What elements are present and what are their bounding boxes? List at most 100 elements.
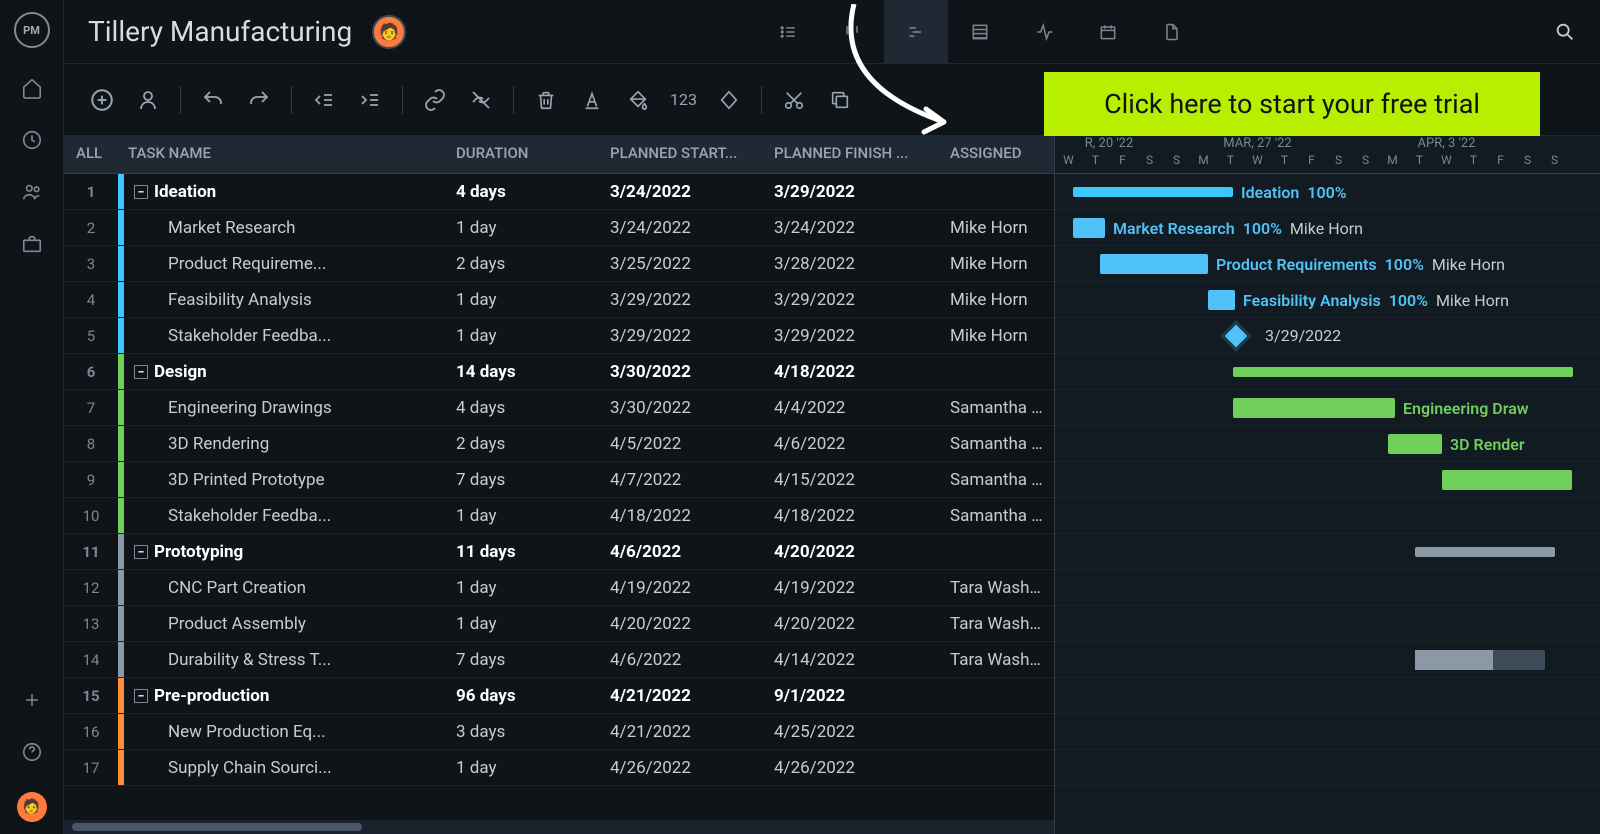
assigned-cell[interactable]: Tara Washing — [940, 578, 1054, 598]
assigned-cell[interactable]: Tara Washing — [940, 650, 1054, 670]
task-name-cell[interactable]: − Ideation — [124, 182, 446, 202]
search-icon[interactable] — [1554, 21, 1576, 43]
duration-cell[interactable]: 3 days — [446, 722, 600, 742]
task-row[interactable]: 3Product Requireme...2 days3/25/20223/28… — [64, 246, 1054, 282]
finish-cell[interactable]: 4/18/2022 — [764, 362, 940, 382]
milestone-diamond[interactable] — [1220, 320, 1251, 351]
col-assigned[interactable]: ASSIGNED — [940, 136, 1054, 173]
finish-cell[interactable]: 3/29/2022 — [764, 326, 940, 346]
cta-banner[interactable]: Click here to start your free trial — [1044, 72, 1540, 136]
view-board-icon[interactable] — [820, 0, 884, 64]
indent-icon[interactable] — [356, 86, 384, 114]
collapse-icon[interactable]: − — [134, 545, 148, 559]
start-cell[interactable]: 3/29/2022 — [600, 290, 764, 310]
start-cell[interactable]: 4/21/2022 — [600, 722, 764, 742]
gantt-bar[interactable]: 3D Render — [1388, 434, 1442, 454]
duration-cell[interactable]: 11 days — [446, 542, 600, 562]
collapse-icon[interactable]: − — [134, 365, 148, 379]
start-cell[interactable]: 3/24/2022 — [600, 182, 764, 202]
task-row[interactable]: 7Engineering Drawings4 days3/30/20224/4/… — [64, 390, 1054, 426]
task-row[interactable]: 14Durability & Stress T...7 days4/6/2022… — [64, 642, 1054, 678]
start-cell[interactable]: 4/6/2022 — [600, 650, 764, 670]
duration-cell[interactable]: 7 days — [446, 470, 600, 490]
task-row[interactable]: 12CNC Part Creation1 day4/19/20224/19/20… — [64, 570, 1054, 606]
finish-cell[interactable]: 4/20/2022 — [764, 614, 940, 634]
task-name-cell[interactable]: − Design — [124, 362, 446, 382]
duration-cell[interactable]: 1 day — [446, 614, 600, 634]
task-row[interactable]: 17Supply Chain Sourci...1 day4/26/20224/… — [64, 750, 1054, 786]
finish-cell[interactable]: 4/26/2022 — [764, 758, 940, 778]
gantt-bar[interactable]: Ideation100% — [1073, 187, 1233, 197]
assigned-cell[interactable]: Mike Horn — [940, 326, 1054, 346]
col-duration[interactable]: DURATION — [446, 136, 600, 173]
task-name-cell[interactable]: 3D Printed Prototype — [124, 470, 446, 490]
delete-icon[interactable] — [532, 86, 560, 114]
finish-cell[interactable]: 4/6/2022 — [764, 434, 940, 454]
assigned-cell[interactable]: Samantha Cu — [940, 470, 1054, 490]
assigned-cell[interactable]: Mike Horn — [940, 290, 1054, 310]
start-cell[interactable]: 3/30/2022 — [600, 398, 764, 418]
task-name-cell[interactable]: CNC Part Creation — [124, 578, 446, 598]
task-row[interactable]: 10Stakeholder Feedba...1 day4/18/20224/1… — [64, 498, 1054, 534]
duration-cell[interactable]: 14 days — [446, 362, 600, 382]
start-cell[interactable]: 4/7/2022 — [600, 470, 764, 490]
task-name-cell[interactable]: − Pre-production — [124, 686, 446, 706]
view-list-icon[interactable] — [756, 0, 820, 64]
cut-icon[interactable] — [780, 86, 808, 114]
start-cell[interactable]: 4/26/2022 — [600, 758, 764, 778]
briefcase-icon[interactable] — [20, 232, 44, 256]
milestone-tool-icon[interactable] — [715, 86, 743, 114]
fill-icon[interactable] — [624, 86, 652, 114]
finish-cell[interactable]: 3/28/2022 — [764, 254, 940, 274]
finish-cell[interactable]: 4/19/2022 — [764, 578, 940, 598]
task-row[interactable]: 15− Pre-production96 days4/21/20229/1/20… — [64, 678, 1054, 714]
task-name-cell[interactable]: Feasibility Analysis — [124, 290, 446, 310]
view-gantt-icon[interactable] — [884, 0, 948, 64]
task-name-cell[interactable]: New Production Eq... — [124, 722, 446, 742]
finish-cell[interactable]: 3/29/2022 — [764, 182, 940, 202]
start-cell[interactable]: 4/6/2022 — [600, 542, 764, 562]
task-row[interactable]: 6− Design14 days3/30/20224/18/2022 — [64, 354, 1054, 390]
duration-cell[interactable]: 96 days — [446, 686, 600, 706]
assigned-cell[interactable]: Samantha Cu — [940, 506, 1054, 526]
collapse-icon[interactable]: − — [134, 185, 148, 199]
undo-icon[interactable] — [199, 86, 227, 114]
user-avatar-small[interactable]: 🧑 — [17, 792, 47, 822]
finish-cell[interactable]: 3/24/2022 — [764, 218, 940, 238]
task-row[interactable]: 5Stakeholder Feedba...1 day3/29/20223/29… — [64, 318, 1054, 354]
link-icon[interactable] — [421, 86, 449, 114]
view-activity-icon[interactable] — [1012, 0, 1076, 64]
finish-cell[interactable]: 3/29/2022 — [764, 290, 940, 310]
finish-cell[interactable]: 9/1/2022 — [764, 686, 940, 706]
home-icon[interactable] — [20, 76, 44, 100]
gantt-bar[interactable]: Engineering Draw — [1233, 398, 1395, 418]
col-all[interactable]: ALL — [64, 136, 118, 173]
view-sheet-icon[interactable] — [948, 0, 1012, 64]
view-calendar-icon[interactable] — [1076, 0, 1140, 64]
task-row[interactable]: 11− Prototyping11 days4/6/20224/20/2022 — [64, 534, 1054, 570]
finish-cell[interactable]: 4/14/2022 — [764, 650, 940, 670]
task-row[interactable]: 4Feasibility Analysis1 day3/29/20223/29/… — [64, 282, 1054, 318]
project-owner-avatar[interactable]: 🧑 — [372, 15, 406, 49]
gantt-bar[interactable] — [1415, 547, 1555, 557]
duration-cell[interactable]: 1 day — [446, 506, 600, 526]
task-name-cell[interactable]: Market Research — [124, 218, 446, 238]
app-logo[interactable]: PM — [14, 12, 50, 48]
col-start[interactable]: PLANNED START... — [600, 136, 764, 173]
gantt-bar[interactable] — [1233, 367, 1573, 377]
task-row[interactable]: 2Market Research1 day3/24/20223/24/2022M… — [64, 210, 1054, 246]
task-name-cell[interactable]: Product Assembly — [124, 614, 446, 634]
view-file-icon[interactable] — [1140, 0, 1204, 64]
gantt-bar[interactable]: Product Requirements100%Mike Horn — [1100, 254, 1208, 274]
finish-cell[interactable]: 4/4/2022 — [764, 398, 940, 418]
duration-cell[interactable]: 1 day — [446, 290, 600, 310]
start-cell[interactable]: 4/5/2022 — [600, 434, 764, 454]
task-row[interactable]: 13Product Assembly1 day4/20/20224/20/202… — [64, 606, 1054, 642]
duration-cell[interactable]: 1 day — [446, 758, 600, 778]
task-name-cell[interactable]: Supply Chain Sourci... — [124, 758, 446, 778]
start-cell[interactable]: 3/25/2022 — [600, 254, 764, 274]
add-task-icon[interactable] — [88, 86, 116, 114]
assigned-cell[interactable]: Samantha Cu — [940, 434, 1054, 454]
gantt-bar[interactable]: Feasibility Analysis100%Mike Horn — [1208, 290, 1235, 310]
unlink-icon[interactable] — [467, 86, 495, 114]
